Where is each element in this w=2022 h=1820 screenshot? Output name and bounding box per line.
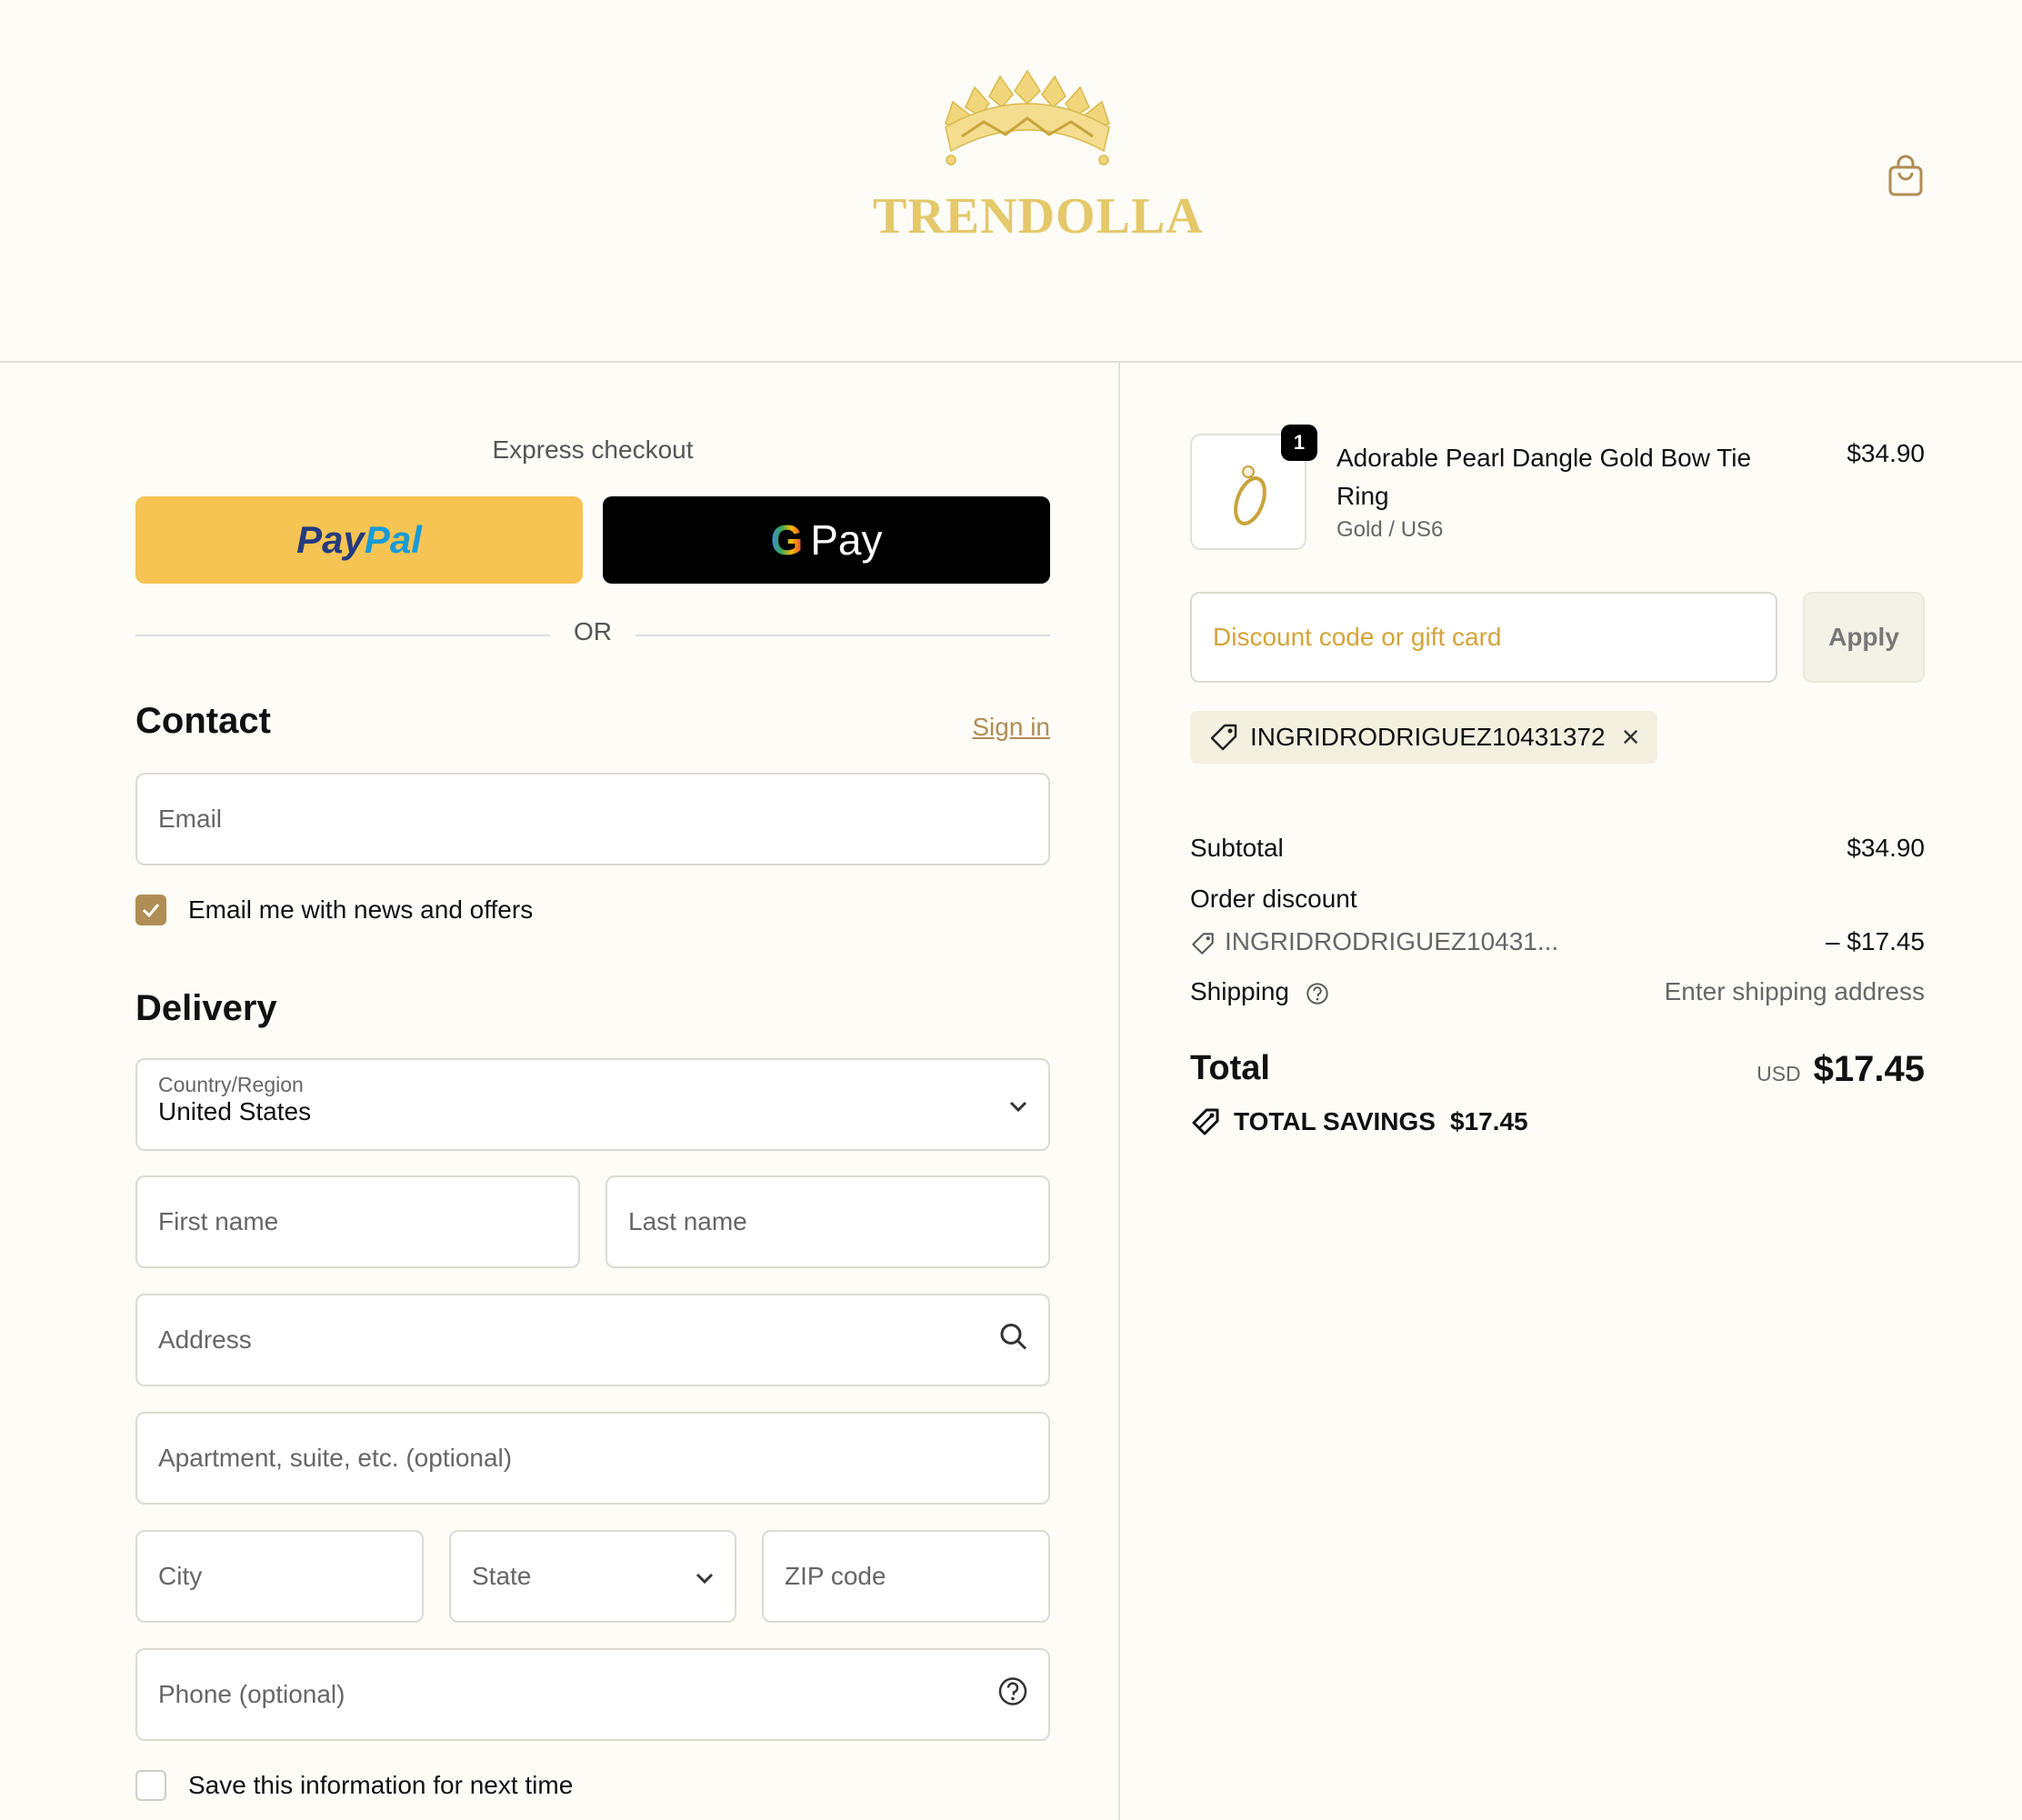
country-select[interactable]: Country/Region United States bbox=[135, 1058, 1050, 1151]
or-label: OR bbox=[574, 617, 612, 645]
shipping-value: Enter shipping address bbox=[1664, 977, 1925, 1005]
subtotal-label: Subtotal bbox=[1190, 834, 1284, 862]
google-pay-button[interactable]: G Pay bbox=[603, 496, 1050, 584]
save-info-row[interactable]: Save this information for next time bbox=[135, 1767, 573, 1804]
help-circle-icon[interactable] bbox=[1306, 982, 1329, 1005]
last-name-field[interactable]: Last name bbox=[606, 1175, 1050, 1268]
shopping-bag-icon[interactable] bbox=[1887, 155, 1924, 198]
separator-line bbox=[636, 635, 1050, 636]
express-checkout-label: Express checkout bbox=[492, 435, 694, 464]
total-savings-label: TOTAL SAVINGS bbox=[1234, 1107, 1436, 1135]
address-field[interactable]: Address bbox=[135, 1294, 1050, 1386]
save-info-checkbox[interactable] bbox=[135, 1770, 166, 1801]
order-discount-row: Order discount bbox=[1190, 885, 1925, 914]
brand-logo[interactable]: TRENDOLLA bbox=[873, 64, 1204, 245]
quantity-badge: 1 bbox=[1281, 425, 1317, 461]
help-circle-icon[interactable] bbox=[997, 1676, 1028, 1714]
checkmark-icon bbox=[142, 904, 160, 917]
total-currency: USD bbox=[1757, 1062, 1801, 1085]
google-pay-label: Pay bbox=[810, 516, 883, 564]
applied-discount-chip: INGRIDRODRIGUEZ10431372 × bbox=[1190, 711, 1658, 764]
order-discount-value: – $17.45 bbox=[1826, 927, 1925, 955]
product-price: $34.90 bbox=[1847, 439, 1925, 467]
phone-placeholder: Phone (optional) bbox=[158, 1680, 345, 1708]
paypal-logo-part2: Pal bbox=[364, 518, 422, 561]
total-savings-value: $17.45 bbox=[1449, 1107, 1528, 1135]
apartment-placeholder: Apartment, suite, etc. (optional) bbox=[158, 1444, 513, 1472]
newsletter-checkbox[interactable] bbox=[135, 895, 166, 925]
savings-tag-icon bbox=[1192, 1108, 1219, 1135]
column-divider bbox=[1118, 363, 1120, 1820]
newsletter-label: Email me with news and offers bbox=[188, 895, 534, 924]
crown-logo-icon bbox=[945, 69, 1110, 165]
applied-discount-code: INGRIDRODRIGUEZ10431372 bbox=[1250, 723, 1606, 751]
shipping-label: Shipping bbox=[1190, 977, 1289, 1005]
order-discount-detail-row: INGRIDRODRIGUEZ10431... – $17.45 bbox=[1190, 927, 1925, 956]
email-placeholder: Email bbox=[158, 805, 223, 833]
apartment-field[interactable]: Apartment, suite, etc. (optional) bbox=[135, 1412, 1050, 1505]
delivery-heading: Delivery bbox=[135, 988, 277, 1028]
paypal-logo-part1: Pay bbox=[296, 518, 365, 561]
total-amount-group: USD $17.45 bbox=[1757, 1049, 1925, 1090]
state-placeholder: State bbox=[472, 1562, 532, 1590]
state-select[interactable]: State bbox=[449, 1530, 736, 1623]
zip-placeholder: ZIP code bbox=[785, 1562, 886, 1590]
address-placeholder: Address bbox=[158, 1325, 252, 1354]
brand-name: TRENDOLLA bbox=[873, 188, 1204, 245]
newsletter-row[interactable]: Email me with news and offers bbox=[135, 892, 533, 928]
apply-discount-button[interactable]: Apply bbox=[1803, 592, 1925, 683]
total-value: $17.45 bbox=[1813, 1049, 1925, 1089]
country-value: United States bbox=[158, 1097, 312, 1125]
country-label: Country/Region bbox=[158, 1073, 304, 1096]
order-discount-label: Order discount bbox=[1190, 885, 1357, 913]
subtotal-value: $34.90 bbox=[1847, 834, 1925, 862]
tag-icon bbox=[1192, 932, 1214, 955]
tag-icon bbox=[1210, 724, 1237, 751]
city-field[interactable]: City bbox=[135, 1530, 424, 1623]
remove-discount-icon[interactable]: × bbox=[1622, 720, 1640, 755]
zip-field[interactable]: ZIP code bbox=[762, 1530, 1050, 1623]
last-name-placeholder: Last name bbox=[628, 1207, 747, 1235]
header: TRENDOLLA bbox=[0, 0, 2022, 363]
product-name: Adorable Pearl Dangle Gold Bow Tie Ring bbox=[1336, 444, 1752, 510]
search-icon[interactable] bbox=[999, 1323, 1028, 1358]
phone-field[interactable]: Phone (optional) bbox=[135, 1648, 1050, 1741]
email-field[interactable]: Email bbox=[135, 773, 1050, 865]
separator-line bbox=[135, 635, 550, 636]
product-variant: Gold / US6 bbox=[1336, 517, 1444, 542]
subtotal-row: Subtotal $34.90 bbox=[1190, 834, 1925, 863]
first-name-placeholder: First name bbox=[158, 1207, 279, 1235]
contact-heading: Contact bbox=[135, 701, 271, 741]
chevron-down-icon bbox=[1008, 1090, 1028, 1119]
total-label: Total bbox=[1190, 1049, 1270, 1087]
total-savings-row: TOTAL SAVINGS $17.45 bbox=[1190, 1106, 1925, 1137]
shipping-row: Shipping Enter shipping address bbox=[1190, 977, 1925, 1006]
or-separator: OR bbox=[135, 617, 1050, 654]
google-g-icon: G bbox=[770, 516, 804, 564]
discount-code-field[interactable]: Discount code or gift card bbox=[1190, 592, 1777, 683]
order-discount-code: INGRIDRODRIGUEZ10431... bbox=[1225, 927, 1559, 955]
first-name-field[interactable]: First name bbox=[135, 1175, 580, 1268]
paypal-button[interactable]: Pay Pal bbox=[135, 496, 583, 584]
sign-in-link[interactable]: Sign in bbox=[972, 713, 1050, 742]
total-row: Total USD $17.45 bbox=[1190, 1049, 1925, 1090]
save-info-label: Save this information for next time bbox=[188, 1771, 574, 1799]
chevron-down-icon bbox=[695, 1562, 715, 1591]
discount-placeholder: Discount code or gift card bbox=[1213, 623, 1502, 651]
city-placeholder: City bbox=[158, 1562, 203, 1590]
